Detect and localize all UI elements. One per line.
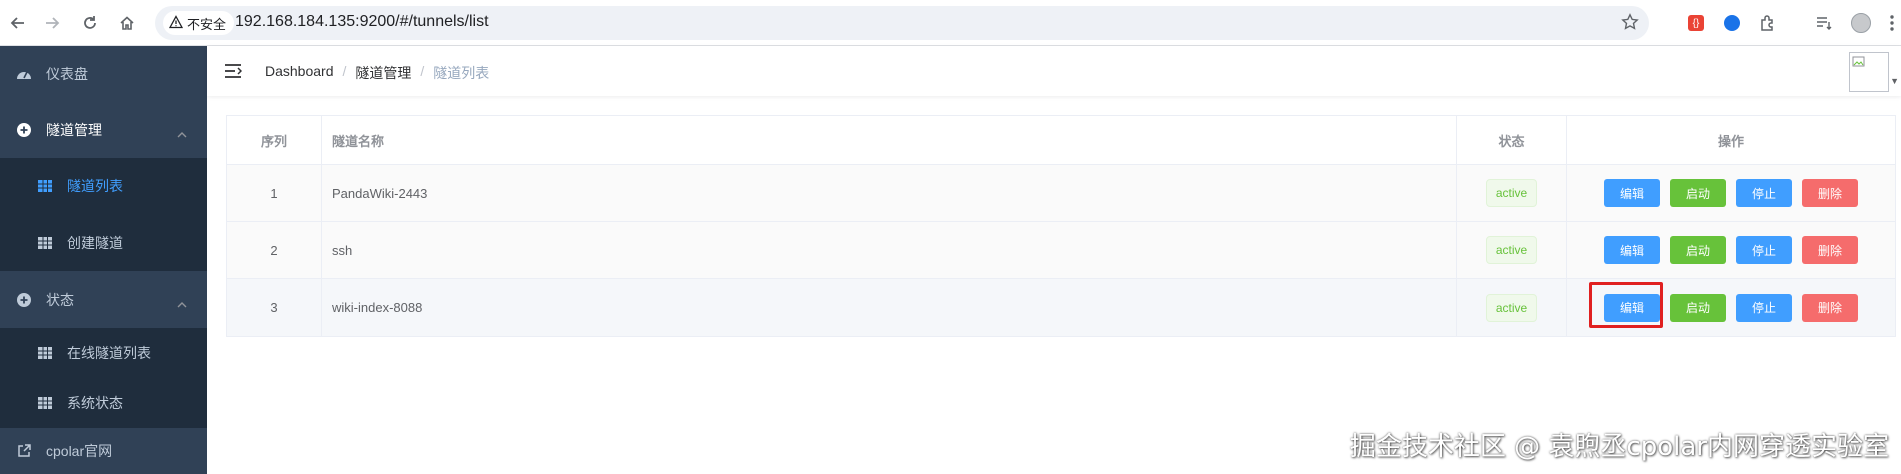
reading-list-icon[interactable] — [1813, 12, 1835, 34]
sidebar-item-online-tunnels[interactable]: 在线隧道列表 — [0, 328, 207, 378]
sidebar-item-dashboard[interactable]: 仪表盘 — [0, 46, 207, 102]
column-header-ops: 操作 — [1717, 133, 1744, 149]
security-label: 不安全 — [187, 16, 227, 32]
column-header-name: 隧道名称 — [322, 116, 1457, 164]
row-index: 2 — [227, 222, 322, 278]
grid-icon — [37, 395, 53, 411]
status-badge: active — [1485, 293, 1538, 322]
breadcrumb-tunnel-management[interactable]: 隧道管理 — [355, 63, 411, 83]
avatar[interactable] — [1849, 52, 1889, 92]
caret-down-icon[interactable]: ▼ — [1890, 76, 1899, 86]
reload-icon[interactable] — [77, 10, 103, 36]
app-header: Dashboard / 隧道管理 / 隧道列表 ▼ — [207, 46, 1901, 96]
sidebar-item-label: 在线隧道列表 — [67, 345, 151, 361]
stop-button[interactable]: 停止 — [1736, 236, 1792, 264]
start-button[interactable]: 启动 — [1670, 293, 1726, 322]
delete-button[interactable]: 删除 — [1802, 293, 1858, 322]
sidebar-item-label: cpolar官网 — [46, 443, 113, 459]
row-index: 1 — [227, 165, 322, 221]
sidebar-item-label: 创建隧道 — [67, 234, 123, 251]
table-row: 3 wiki-index-8088 active 编辑 启动 停止 删除 — [227, 279, 1895, 336]
grid-icon — [37, 235, 53, 251]
row-index: 3 — [227, 279, 322, 336]
status-cell: active — [1457, 279, 1567, 336]
grid-icon — [37, 345, 53, 361]
sidebar-item-cpolar-site[interactable]: cpolar官网 — [0, 428, 207, 474]
warning-icon — [168, 14, 184, 32]
sidebar-toggle-icon[interactable] — [224, 63, 243, 84]
status-cell: active — [1457, 165, 1567, 221]
status-badge: active — [1485, 179, 1538, 207]
browser-toolbar: 不安全 192.168.184.135:9200/#/tunnels/list … — [0, 0, 1901, 46]
breadcrumb-dashboard[interactable]: Dashboard — [265, 63, 334, 83]
extension-icon[interactable] — [1757, 12, 1779, 34]
edit-button[interactable]: 编辑 — [1604, 293, 1660, 322]
tunnel-table: 序列 隧道名称 状态 操作 1 PandaWiki-2443 active 编辑… — [226, 115, 1896, 337]
delete-button[interactable]: 删除 — [1802, 236, 1858, 264]
stop-button[interactable]: 停止 — [1736, 293, 1792, 322]
sidebar-item-system-status[interactable]: 系统状态 — [0, 378, 207, 428]
sidebar-item-label: 隧道管理 — [46, 122, 102, 138]
watermark: 掘金技术社区 @ 袁煦丞cpolar内网穿透实验室 — [1349, 432, 1889, 462]
extension-red-icon[interactable]: {} — [1685, 12, 1707, 34]
sidebar-item-tunnel-list[interactable]: 隧道列表 — [0, 158, 207, 214]
sidebar-item-label: 隧道列表 — [67, 178, 123, 194]
edit-button[interactable]: 编辑 — [1604, 179, 1660, 207]
table-header-row: 序列 隧道名称 状态 操作 — [227, 116, 1895, 165]
star-icon[interactable] — [1621, 13, 1639, 36]
table-row: 1 PandaWiki-2443 active 编辑 启动 停止 删除 — [227, 165, 1895, 222]
extension-blue-icon[interactable] — [1721, 12, 1743, 34]
sidebar-item-tunnel-management[interactable]: 隧道管理 — [0, 102, 207, 158]
status-badge: active — [1485, 236, 1538, 264]
sidebar-item-label: 仪表盘 — [46, 66, 88, 82]
status-cell: active — [1457, 222, 1567, 278]
external-link-icon — [16, 443, 32, 459]
start-button[interactable]: 启动 — [1670, 179, 1726, 207]
ops-cell: 编辑 启动 停止 删除 — [1567, 165, 1895, 221]
delete-button[interactable]: 删除 — [1802, 179, 1858, 207]
breadcrumb-separator: / — [420, 63, 425, 79]
back-icon[interactable] — [5, 10, 31, 36]
sidebar-item-label: 状态 — [46, 291, 74, 308]
dashboard-icon — [16, 66, 32, 82]
table-row: 2 ssh active 编辑 启动 停止 删除 — [227, 222, 1895, 279]
plus-circle-icon — [16, 122, 32, 138]
tunnel-name: ssh — [322, 222, 1457, 278]
plus-circle-icon — [16, 292, 32, 308]
stop-button[interactable]: 停止 — [1736, 179, 1792, 207]
sidebar-item-status[interactable]: 状态 — [0, 271, 207, 328]
start-button[interactable]: 启动 — [1670, 236, 1726, 264]
column-header-index: 序列 — [227, 116, 322, 164]
grid-icon — [37, 178, 53, 194]
sidebar: 仪表盘 隧道管理 隧道列表 创建隧道 状态 在线隧道列表 系统状态 cpolar… — [0, 46, 207, 474]
edit-button[interactable]: 编辑 — [1604, 236, 1660, 264]
column-header-status: 状态 — [1457, 116, 1567, 164]
profile-icon[interactable] — [1850, 12, 1872, 34]
tunnel-name: wiki-index-8088 — [322, 279, 1457, 336]
ops-cell: 编辑 启动 停止 删除 — [1567, 222, 1895, 278]
home-icon[interactable] — [114, 10, 140, 36]
chevron-up-icon — [177, 126, 187, 142]
sidebar-item-create-tunnel[interactable]: 创建隧道 — [0, 214, 207, 271]
address-bar[interactable]: 不安全 192.168.184.135:9200/#/tunnels/list — [155, 6, 1649, 40]
url-text: 192.168.184.135:9200/#/tunnels/list — [235, 13, 489, 30]
tunnel-name: PandaWiki-2443 — [322, 165, 1457, 221]
breadcrumb-separator: / — [342, 63, 347, 79]
ops-cell: 编辑 启动 停止 删除 — [1567, 279, 1895, 336]
security-indicator[interactable]: 不安全 — [163, 11, 235, 35]
breadcrumb-tunnel-list: 隧道列表 — [433, 65, 490, 81]
breadcrumb: Dashboard / 隧道管理 / 隧道列表 — [265, 63, 489, 83]
menu-icon[interactable] — [1881, 12, 1901, 34]
chevron-up-icon — [177, 296, 187, 312]
forward-icon[interactable] — [39, 10, 65, 36]
sidebar-item-label: 系统状态 — [67, 395, 123, 411]
